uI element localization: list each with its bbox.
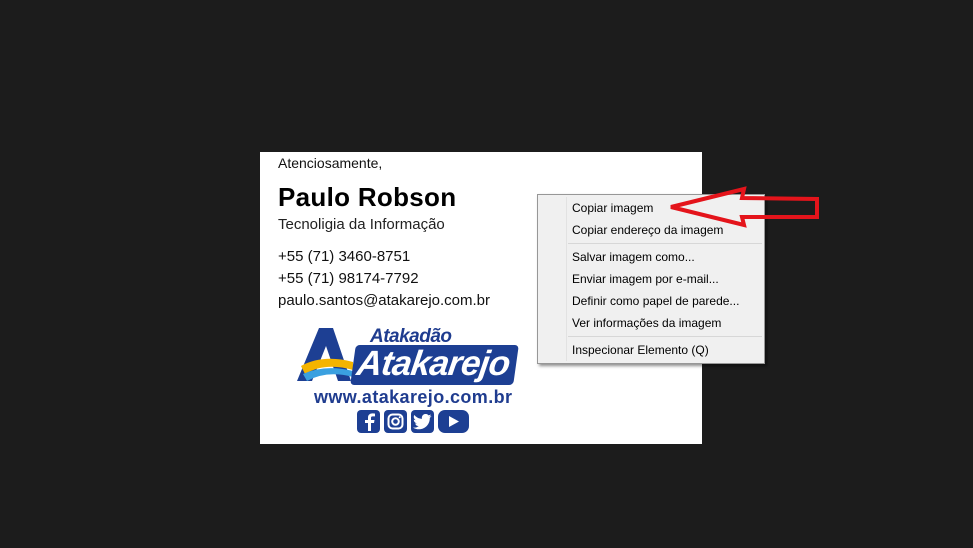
menu-item-inspecionar-elemento[interactable]: Inspecionar Elemento (Q): [538, 339, 764, 361]
menu-item-ver-informacoes[interactable]: Ver informações da imagem: [538, 312, 764, 334]
red-arrow-annotation: [670, 186, 819, 228]
menu-item-salvar-imagem[interactable]: Salvar imagem como...: [538, 246, 764, 268]
phone-landline: +55 (71) 3460-8751: [278, 248, 411, 265]
person-name: Paulo Robson: [278, 182, 457, 212]
phone-mobile: +55 (71) 98174-7792: [278, 270, 419, 287]
youtube-icon: [438, 410, 469, 433]
department-text: Tecnoligia da Informação: [278, 216, 445, 233]
logo-atakarejo-text: Atakarejo: [350, 344, 520, 385]
instagram-icon: [384, 410, 407, 433]
menu-item-definir-papel-parede[interactable]: Definir como papel de parede...: [538, 290, 764, 312]
social-icons: [357, 410, 469, 433]
facebook-icon: [357, 410, 380, 433]
twitter-icon: [411, 410, 434, 433]
greeting-text: Atenciosamente,: [278, 155, 383, 171]
menu-separator: [568, 243, 762, 244]
atakarejo-logo-mark: [297, 328, 353, 381]
website-text: www.atakarejo.com.br: [314, 387, 513, 407]
menu-separator: [568, 336, 762, 337]
menu-item-enviar-email[interactable]: Enviar imagem por e-mail...: [538, 268, 764, 290]
email-address: paulo.santos@atakarejo.com.br: [278, 292, 491, 309]
